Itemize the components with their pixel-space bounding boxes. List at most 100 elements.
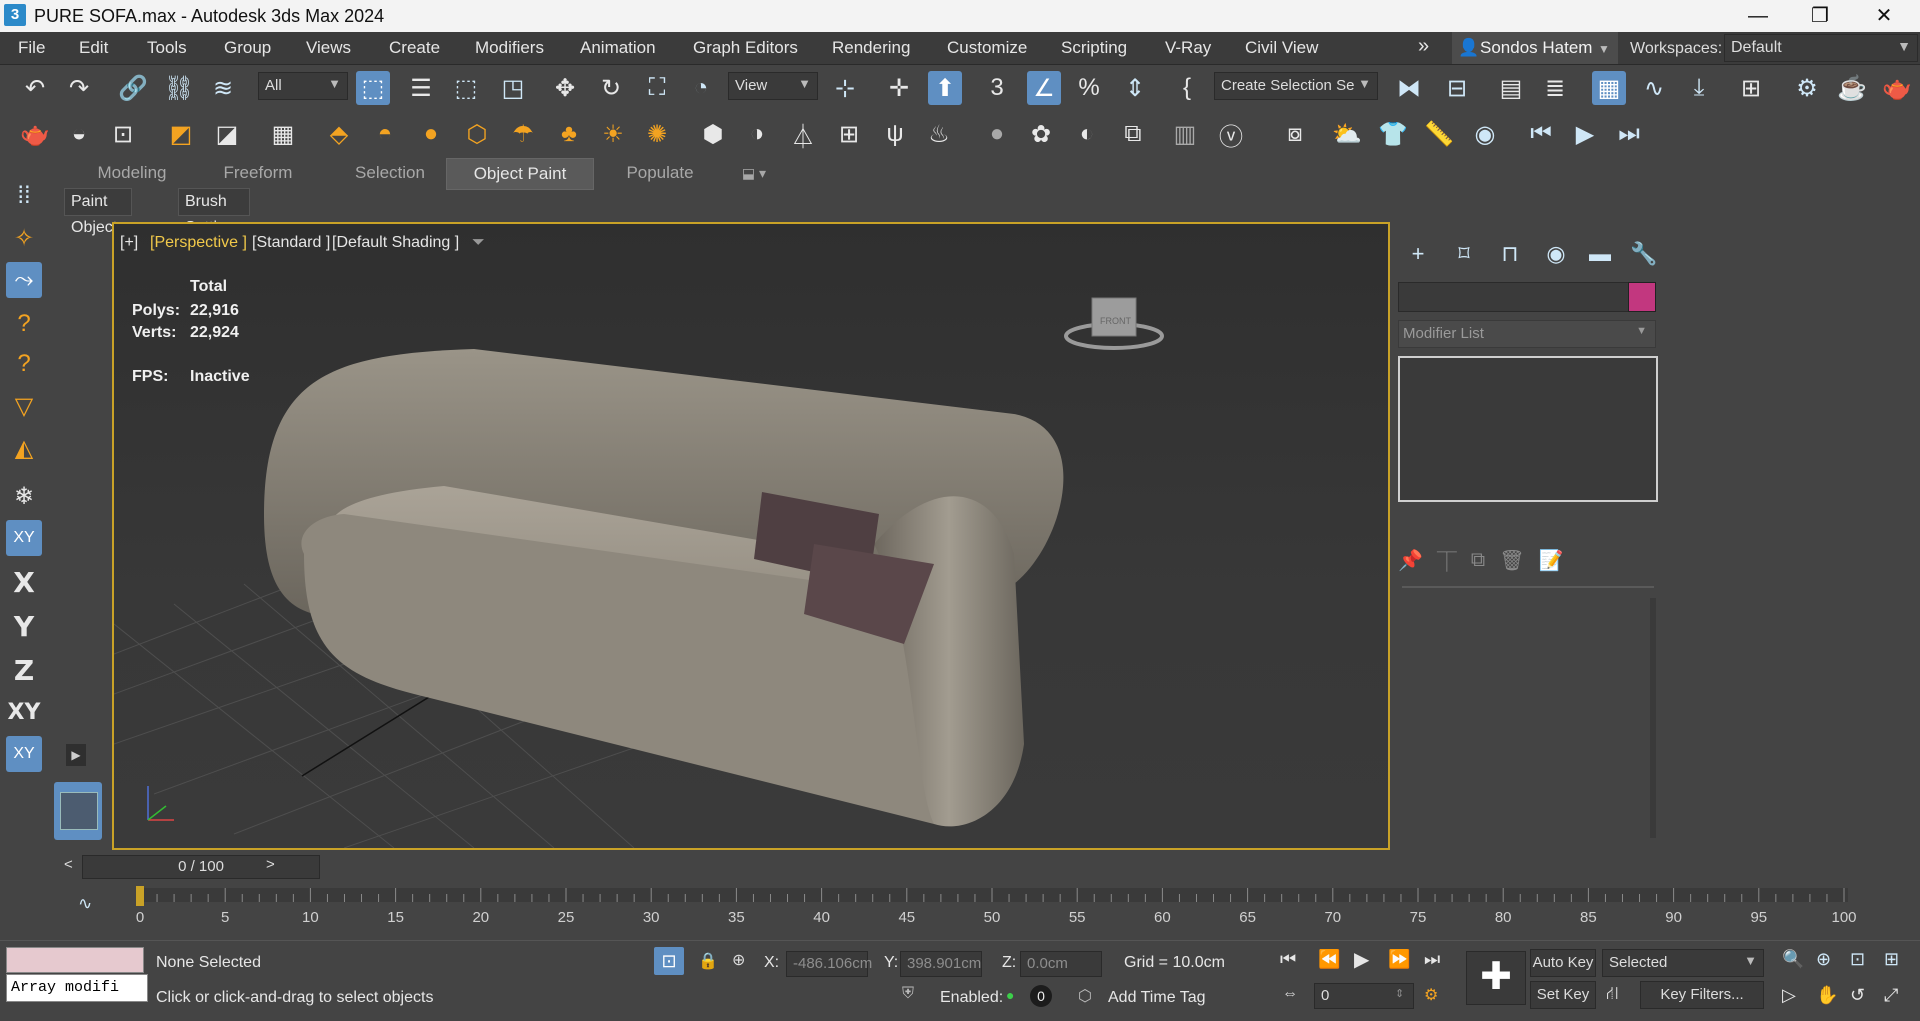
snap-point-icon[interactable]: ◉ (1468, 117, 1502, 151)
panel-scrollbar[interactable] (1650, 598, 1656, 838)
configure-modifier-sets-icon[interactable]: 📝 (1539, 548, 1564, 573)
keyboard-shortcut-override-icon[interactable]: ⬆ (928, 71, 962, 105)
named-selection-sets-dropdown[interactable]: Create Selection Se ▼ (1214, 72, 1378, 100)
layers-icon[interactable]: ⧉ (1116, 117, 1150, 151)
menu-vray[interactable]: V-Ray (1165, 38, 1211, 58)
key-mode-icon[interactable]: ⛙ (1606, 983, 1619, 1007)
menu-modifiers[interactable]: Modifiers (475, 38, 544, 58)
rectangular-selection-icon[interactable]: ⬚ (449, 71, 483, 105)
menu-views[interactable]: Views (306, 38, 351, 58)
utilities-tab-icon[interactable]: 🔧 (1626, 238, 1662, 270)
box-icon[interactable]: ⊡ (106, 117, 140, 151)
ribbon-options-icon[interactable]: ⬓ ▾ (730, 158, 778, 188)
render-setup-icon[interactable]: ⚙ (1790, 71, 1824, 105)
fur-icon[interactable]: ◪ (210, 117, 244, 151)
pivot-center-icon[interactable]: ⊹ (828, 71, 862, 105)
material-editor-icon[interactable]: ⊞ (1734, 71, 1768, 105)
workspace-dropdown[interactable]: Default ▼ (1724, 34, 1918, 62)
time-slider-next-button[interactable]: > (266, 856, 275, 873)
menu-graph-editors[interactable]: Graph Editors (693, 38, 798, 58)
scale-icon[interactable]: ⛶ (640, 71, 674, 105)
axis-constraint-xy-icon[interactable]: XY (6, 520, 42, 556)
time-tag-icon[interactable]: ⬡ (1078, 986, 1092, 1006)
perspective-viewport[interactable]: [+] [Perspective ] [Standard ] [Default … (112, 222, 1390, 850)
frame-buffer-icon[interactable]: ⧇ (1278, 117, 1312, 151)
proxy-icon[interactable]: ◩ (164, 117, 198, 151)
time-configuration-icon[interactable]: ⚙ (1424, 985, 1438, 1005)
play-animation-icon[interactable]: ▶ (1354, 947, 1369, 972)
mesh-light-icon[interactable]: ⬡ (460, 117, 494, 151)
teapot-icon[interactable]: 🫖 (18, 117, 52, 151)
user-account-menu[interactable]: 👤 Sondos Hatem ▼ (1452, 32, 1618, 64)
menu-edit[interactable]: Edit (79, 38, 108, 58)
tab-modeling[interactable]: Modeling (62, 158, 202, 188)
percent-snap-icon[interactable]: % (1072, 71, 1106, 105)
shirt-icon[interactable]: 👕 (1376, 117, 1410, 151)
fire-icon[interactable]: ♨ (922, 117, 956, 151)
time-slider-prev-button[interactable]: < (64, 856, 73, 873)
tab-populate[interactable]: Populate (602, 158, 718, 188)
sky-icon[interactable]: ✺ (640, 117, 674, 151)
modifier-stack-list[interactable] (1398, 356, 1658, 502)
snap-edge-icon[interactable]: ? (6, 346, 42, 382)
z-coordinate-field[interactable]: 0.0cm (1020, 951, 1102, 977)
ambient-light-icon[interactable]: ♣ (552, 117, 586, 151)
motion-tab-icon[interactable]: ◉ (1538, 238, 1574, 270)
viewport-layout-button[interactable] (54, 782, 102, 840)
auto-key-button[interactable]: Auto Key (1530, 949, 1596, 977)
mirror-icon[interactable]: ⧓ (1392, 71, 1426, 105)
object-name-field[interactable] (1398, 282, 1634, 312)
show-end-result-icon[interactable]: ⏉ (1437, 546, 1457, 575)
current-frame-field[interactable]: 0 ⇕ (1314, 983, 1414, 1009)
menu-animation[interactable]: Animation (580, 38, 656, 58)
menu-rendering[interactable]: Rendering (832, 38, 910, 58)
axis-constraint-toggle-icon[interactable]: XY (6, 736, 42, 772)
grid-icon[interactable]: ▦ (266, 117, 300, 151)
menu-create[interactable]: Create (389, 38, 440, 58)
x-coordinate-field[interactable]: -486.106cm (786, 951, 872, 977)
previous-frame-icon[interactable]: ⏪ (1318, 949, 1340, 970)
set-key-large-button[interactable]: ✚ (1466, 951, 1526, 1005)
select-manipulate-icon[interactable]: ✛ (882, 71, 916, 105)
absolute-mode-icon[interactable]: ⊕ (732, 950, 745, 970)
brush-settings-button[interactable]: Brush Settings (178, 188, 250, 236)
go-to-end-icon[interactable]: ⏭ (1424, 949, 1440, 970)
time-slider[interactable]: 0 / 100 (82, 855, 320, 879)
go-to-start-icon[interactable]: ⏮ (1280, 949, 1296, 970)
adaptive-degradation-icon[interactable]: ⛨ (902, 985, 914, 1003)
menu-overflow-icon[interactable]: » (1418, 35, 1429, 58)
snap-vertex-icon[interactable]: ? (6, 306, 42, 342)
prev-key-icon[interactable]: ⏮ (1524, 117, 1558, 151)
y-coordinate-field[interactable]: 398.901cm (900, 951, 982, 977)
measure-icon[interactable]: 📏 (1422, 117, 1456, 151)
snap-face-icon[interactable]: ▽ (6, 388, 42, 424)
menu-group[interactable]: Group (224, 38, 271, 58)
play-icon[interactable]: ▶ (1568, 117, 1602, 151)
select-by-name-icon[interactable]: ☰ (404, 71, 438, 105)
unlink-icon[interactable]: ⛓ (162, 71, 196, 105)
link-icon[interactable]: 🔗 (116, 71, 150, 105)
material-sphere-icon[interactable]: ● (980, 117, 1014, 151)
key-filters-button[interactable]: Key Filters... (1640, 981, 1764, 1009)
dome-light-icon[interactable]: ◓ (368, 117, 402, 151)
spinner-snap-icon[interactable]: ⇕ (1118, 71, 1152, 105)
rendered-frame-window-icon[interactable]: ☕ (1835, 71, 1869, 105)
sun-icon[interactable]: ☀ (596, 117, 630, 151)
minimize-button[interactable]: — (1736, 2, 1780, 30)
sphere-light-icon[interactable]: ● (414, 117, 448, 151)
materials-icon[interactable]: ✿ (1024, 117, 1058, 151)
menu-tools[interactable]: Tools (147, 38, 187, 58)
tab-object-paint[interactable]: Object Paint (446, 158, 594, 190)
add-time-tag-button[interactable]: Add Time Tag (1108, 989, 1206, 1007)
track-bar[interactable]: ∿ 0 5 10 15 20 25 30 35 40 45 50 55 60 65 70 75 80 85 90 95… (60, 882, 1860, 926)
axis-xy-button[interactable]: XY (6, 694, 42, 730)
hierarchy-tab-icon[interactable]: ⊓ (1492, 238, 1528, 270)
tab-freeform[interactable]: Freeform (202, 158, 314, 188)
reference-coordinate-dropdown[interactable]: View ▼ (728, 72, 818, 100)
maxscript-listener-output[interactable] (6, 947, 144, 973)
align-icon[interactable]: ⊟ (1440, 71, 1474, 105)
scene-explorer-icon[interactable]: ▤ (1494, 71, 1528, 105)
toggle-ribbon-icon[interactable]: ▦ (1592, 71, 1626, 105)
orbit-icon[interactable]: ↺ (1850, 985, 1865, 1006)
snap-2d-icon[interactable]: ⤳ (6, 262, 42, 298)
